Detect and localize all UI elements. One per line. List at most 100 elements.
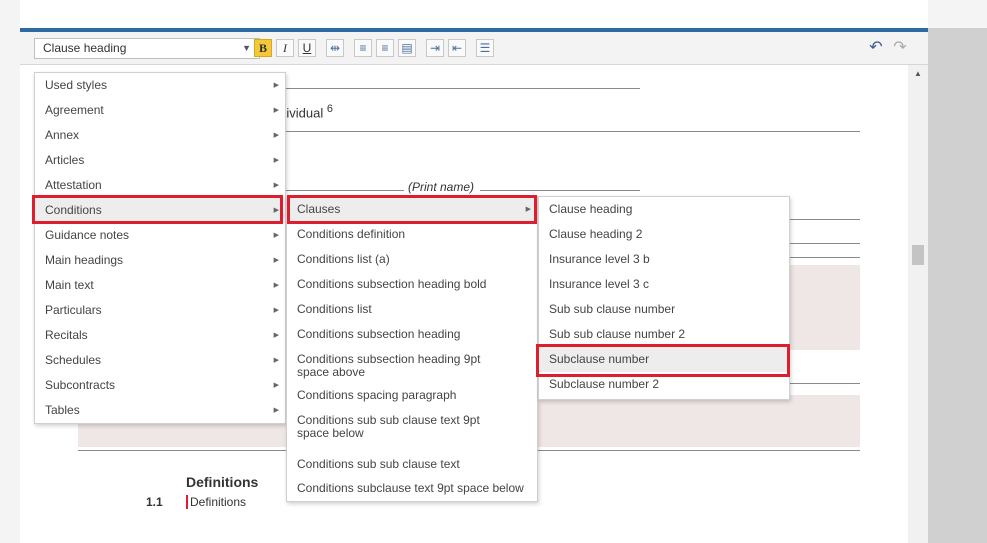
menu-item-label: Sub sub clause number	[549, 302, 676, 316]
menu-item-conditions-list[interactable]: Conditions list	[287, 297, 537, 322]
menu-item-main-text[interactable]: Main text ▶	[35, 273, 285, 298]
menu-item-conditions-sub-sub-clause-text-9pt[interactable]: Conditions sub sub clause text 9pt space…	[287, 408, 537, 452]
menu-item-label: Guidance notes	[45, 228, 130, 242]
menu-item-particulars[interactable]: Particulars ▶	[35, 298, 285, 323]
chevron-right-icon: ▶	[273, 132, 279, 139]
menu-item-sub-sub-clause-number[interactable]: Sub sub clause number	[539, 297, 789, 322]
indent-icon[interactable]: ⇥	[426, 39, 444, 57]
menu-item-label: Particulars	[45, 303, 102, 317]
highlight-box-conditions	[32, 195, 283, 224]
align-justify-icon[interactable]: ▤	[398, 39, 416, 57]
chevron-right-icon: ▶	[273, 307, 279, 314]
menu-item-schedules[interactable]: Schedules ▶	[35, 348, 285, 373]
menu-item-label: Conditions sub sub clause text 9pt space…	[297, 413, 480, 440]
redo-icon[interactable]: ↷	[890, 38, 910, 58]
style-select-value: Clause heading	[43, 41, 127, 55]
divider	[268, 131, 860, 132]
scroll-up-icon[interactable]: ▲	[914, 69, 922, 78]
underline-button[interactable]: U	[298, 39, 316, 57]
signature-line	[480, 190, 640, 191]
clause-text[interactable]: Definitions	[186, 495, 246, 509]
chevron-down-icon: ▼	[242, 43, 251, 53]
clause-number: 1.1	[146, 495, 163, 509]
menu-item-used-styles[interactable]: Used styles ▶	[35, 73, 285, 98]
italic-button[interactable]: I	[276, 39, 294, 57]
conditions-submenu: Clauses ▶ Conditions definition Condition…	[286, 196, 538, 502]
menu-item-label: Clause heading	[549, 202, 633, 216]
menu-item-tables[interactable]: Tables ▶	[35, 398, 285, 423]
menu-item-label: Conditions list (a)	[297, 252, 390, 266]
menu-item-guidance-notes[interactable]: Guidance notes ▶	[35, 223, 285, 248]
footnote-superscript: 6	[326, 103, 333, 115]
chevron-right-icon: ▶	[273, 82, 279, 89]
menu-item-label: Schedules	[45, 353, 102, 367]
menu-item-conditions-definition[interactable]: Conditions definition	[287, 222, 537, 247]
vertical-scrollbar[interactable]: ▲	[908, 65, 928, 543]
highlight-box-subclause-number	[536, 344, 790, 377]
menu-item-label: Conditions subclause text 9pt space belo…	[297, 481, 524, 495]
menu-item-conditions-subsection-heading-9pt[interactable]: Conditions subsection heading 9pt space …	[287, 347, 537, 383]
menu-item-label: Conditions definition	[297, 227, 406, 241]
menu-item-main-headings[interactable]: Main headings ▶	[35, 248, 285, 273]
chevron-right-icon: ▶	[273, 107, 279, 114]
menu-item-label: Main headings	[45, 253, 124, 267]
align-left-icon[interactable]: ≡	[354, 39, 372, 57]
divider	[790, 243, 860, 244]
menu-item-label: Conditions subsection heading bold	[297, 277, 487, 291]
divider	[790, 383, 860, 384]
menu-item-label: Annex	[45, 128, 80, 142]
menu-item-label: Insurance level 3 c	[549, 277, 650, 291]
chevron-right-icon: ▶	[273, 332, 279, 339]
menu-item-clause-heading-2[interactable]: Clause heading 2	[539, 222, 789, 247]
menu-item-label: Sub sub clause number 2	[549, 327, 686, 341]
right-gutter	[928, 28, 987, 543]
menu-item-recitals[interactable]: Recitals ▶	[35, 323, 285, 348]
chevron-right-icon: ▶	[273, 232, 279, 239]
list-icon[interactable]: ☰	[476, 39, 494, 57]
chevron-right-icon: ▶	[273, 382, 279, 389]
menu-item-label: Tables	[45, 403, 80, 417]
style-select[interactable]: Clause heading ▼	[34, 38, 260, 59]
divider	[790, 219, 860, 220]
menu-item-conditions-subsection-heading[interactable]: Conditions subsection heading	[287, 322, 537, 347]
menu-item-conditions-subclause-text-9pt[interactable]: Conditions subclause text 9pt space belo…	[287, 476, 537, 501]
print-name-label: (Print name)	[408, 180, 475, 194]
outdent-icon[interactable]: ⇤	[448, 39, 466, 57]
style-category-menu: Used styles ▶ Agreement ▶ Annex ▶ Articles ▶…	[34, 72, 286, 424]
format-icon[interactable]: ⇹	[326, 39, 344, 57]
menu-item-insurance-level-3b[interactable]: Insurance level 3 b	[539, 247, 789, 272]
menu-item-agreement[interactable]: Agreement ▶	[35, 98, 285, 123]
scroll-thumb[interactable]	[912, 245, 924, 265]
menu-item-clause-heading[interactable]: Clause heading	[539, 197, 789, 222]
undo-icon[interactable]: ↶	[866, 38, 886, 58]
menu-item-label: Recitals	[45, 328, 88, 342]
menu-item-label: Conditions sub sub clause text	[297, 457, 460, 471]
menu-item-conditions-sub-sub-clause-text[interactable]: Conditions sub sub clause text	[287, 452, 537, 477]
menu-item-articles[interactable]: Articles ▶	[35, 148, 285, 173]
menu-item-conditions-list-a[interactable]: Conditions list (a)	[287, 247, 537, 272]
menu-item-label: Conditions list	[297, 302, 372, 316]
highlight-box-clauses	[287, 195, 537, 224]
bold-button[interactable]: B	[254, 39, 272, 57]
chevron-right-icon: ▶	[273, 157, 279, 164]
divider	[268, 88, 640, 89]
chevron-right-icon: ▶	[273, 407, 279, 414]
menu-item-conditions-spacing-paragraph[interactable]: Conditions spacing paragraph	[287, 383, 537, 408]
menu-item-label: Clause heading 2	[549, 227, 643, 241]
menu-item-subcontracts[interactable]: Subcontracts ▶	[35, 373, 285, 398]
align-center-icon[interactable]: ≡	[376, 39, 394, 57]
menu-item-conditions-subsection-heading-bold[interactable]: Conditions subsection heading bold	[287, 272, 537, 297]
menu-item-label: Attestation	[45, 178, 102, 192]
menu-item-label: Conditions subsection heading 9pt space …	[297, 352, 481, 379]
menu-item-label: Agreement	[45, 103, 104, 117]
menu-item-label: Subcontracts	[45, 378, 116, 392]
menu-item-insurance-level-3c[interactable]: Insurance level 3 c	[539, 272, 789, 297]
formatting-toolbar: Clause heading ▼ B I U ⇹ ≡ ≡ ▤ ⇥ ⇤ ☰ ↶ ↷	[20, 32, 928, 65]
chevron-right-icon: ▶	[273, 257, 279, 264]
signature-line	[268, 190, 404, 191]
chevron-right-icon: ▶	[273, 282, 279, 289]
menu-item-label: Insurance level 3 b	[549, 252, 650, 266]
menu-item-label: Subclause number 2	[549, 377, 660, 391]
chevron-right-icon: ▶	[273, 357, 279, 364]
menu-item-annex[interactable]: Annex ▶	[35, 123, 285, 148]
